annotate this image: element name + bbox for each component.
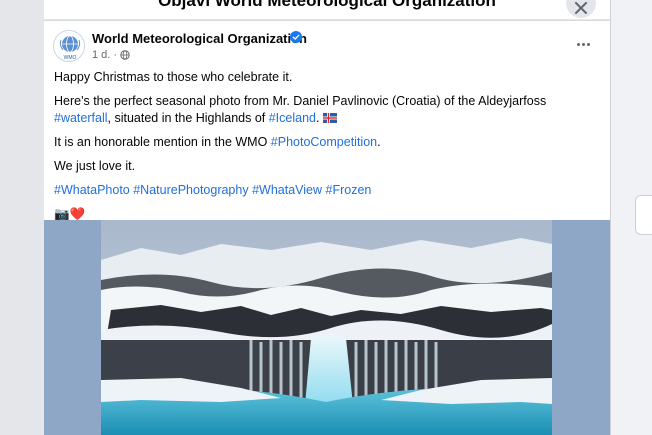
svg-text:WMO: WMO [64, 55, 77, 61]
post-text: Happy Christmas to those who celebrate i… [54, 69, 602, 230]
background-left [0, 0, 44, 435]
post-line: We just love it. [54, 159, 136, 173]
dot-icon [586, 42, 590, 46]
photo-backdrop [44, 220, 610, 435]
feed-scrollbar-area[interactable] [610, 0, 652, 435]
text-span: . [315, 111, 320, 125]
side-panel-edge [635, 195, 652, 235]
hashtag-link[interactable]: #NaturePhotography [133, 183, 248, 197]
hashtag-link[interactable]: #Iceland [269, 111, 316, 125]
more-options-button[interactable] [570, 35, 596, 53]
post-photo[interactable] [101, 220, 552, 435]
iceland-flag-icon [322, 113, 337, 123]
author-name[interactable]: World Meteorological Organization [92, 31, 307, 46]
post-line: Here's the perfect seasonal photo from M… [54, 93, 602, 127]
post-line: It is an honorable mention in the WMO #P… [54, 134, 602, 151]
dialog-title: Objavi World Meteorological Organization [158, 0, 496, 10]
text-span: Here's the perfect seasonal photo from M… [54, 94, 547, 108]
dialog-header: Objavi World Meteorological Organization [44, 0, 610, 20]
meta-separator: · [113, 49, 118, 61]
waterfall-photo-image [101, 220, 552, 435]
hashtag-link[interactable]: #WhataPhoto [54, 183, 130, 197]
dot-icon [581, 42, 585, 46]
text-span: , situated in the Highlands of [107, 111, 269, 125]
text-span: It is an honorable mention in the WMO [54, 135, 271, 149]
hashtag-link[interactable]: #Frozen [326, 183, 372, 197]
wmo-logo-icon: WMO [59, 35, 81, 61]
dot-icon [576, 42, 580, 46]
text-span: . [377, 135, 381, 149]
hashtag-link[interactable]: #WhataView [252, 183, 322, 197]
hashtag-row: #WhataPhoto #NaturePhotography #WhataVie… [54, 182, 602, 199]
close-button[interactable] [566, 0, 596, 18]
avatar[interactable]: WMO [53, 30, 85, 62]
verified-badge-icon [290, 31, 302, 43]
hashtag-link[interactable]: #waterfall [54, 111, 108, 125]
close-icon [575, 2, 587, 14]
post-meta: 1 d. · [92, 49, 130, 61]
globe-icon [120, 50, 130, 60]
post-card: WMO World Meteorological Organization 1 … [44, 21, 610, 435]
hashtag-link[interactable]: #PhotoCompetition [271, 135, 377, 149]
post-time[interactable]: 1 d. [92, 49, 110, 61]
post-line: Happy Christmas to those who celebrate i… [54, 70, 293, 84]
